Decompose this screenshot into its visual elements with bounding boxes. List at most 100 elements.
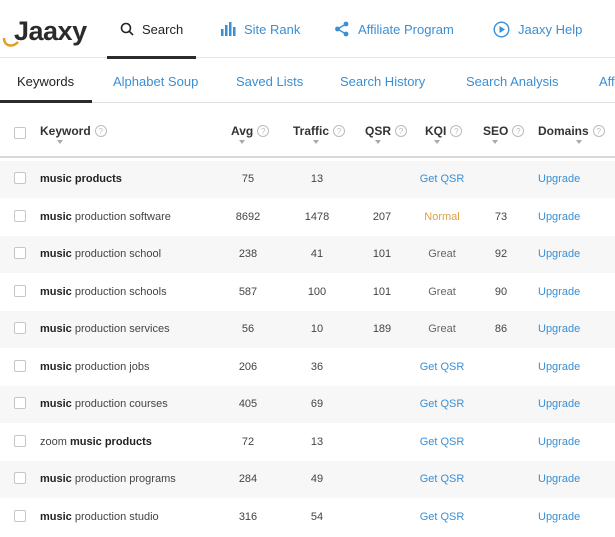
nav-site-rank[interactable]: Site Rank bbox=[220, 0, 300, 58]
table-row[interactable]: music products 75 13 Get QSR Upgrade bbox=[0, 161, 615, 198]
kqi-cell[interactable]: Get QSR bbox=[417, 436, 467, 448]
sort-arrow-icon[interactable] bbox=[57, 140, 63, 144]
upgrade-link[interactable]: Upgrade bbox=[538, 248, 580, 260]
seo-cell: 73 bbox=[494, 211, 508, 223]
upgrade-link[interactable]: Upgrade bbox=[538, 398, 580, 410]
col-avg[interactable]: Avg ? bbox=[231, 124, 270, 138]
nav-help-label: Jaaxy Help bbox=[518, 21, 583, 37]
col-kqi[interactable]: KQI ? bbox=[425, 124, 463, 138]
keyword-cell[interactable]: music products bbox=[40, 173, 122, 185]
table-row[interactable]: music production programs 284 49 Get QSR Upg… bbox=[0, 461, 615, 498]
help-icon[interactable]: ? bbox=[257, 125, 270, 137]
row-checkbox[interactable] bbox=[14, 285, 26, 297]
table-row[interactable]: music production studio 316 54 Get QSR Upgra… bbox=[0, 499, 615, 536]
keyword-cell[interactable]: music production jobs bbox=[40, 361, 149, 373]
col-seo[interactable]: SEO ? bbox=[483, 124, 525, 138]
kqi-cell[interactable]: Get QSR bbox=[417, 398, 467, 410]
row-checkbox[interactable] bbox=[14, 322, 26, 334]
row-checkbox[interactable] bbox=[14, 247, 26, 259]
col-qsr[interactable]: QSR ? bbox=[365, 124, 408, 138]
avg-cell: 56 bbox=[241, 323, 255, 335]
col-traffic[interactable]: Traffic ? bbox=[293, 124, 346, 138]
kqi-cell[interactable]: Get QSR bbox=[417, 173, 467, 185]
upgrade-link[interactable]: Upgrade bbox=[538, 173, 580, 185]
table-row[interactable]: music production school 238 41 101 Great 92 Up… bbox=[0, 236, 615, 273]
traffic-cell: 13 bbox=[310, 436, 324, 448]
traffic-cell: 49 bbox=[310, 473, 324, 485]
row-checkbox[interactable] bbox=[14, 397, 26, 409]
help-icon[interactable]: ? bbox=[333, 125, 346, 137]
tab-alphabet-soup[interactable]: Alphabet Soup bbox=[113, 59, 198, 103]
upgrade-link[interactable]: Upgrade bbox=[538, 361, 580, 373]
row-checkbox[interactable] bbox=[14, 435, 26, 447]
keyword-cell[interactable]: zoom music products bbox=[40, 436, 152, 448]
tab-search-history[interactable]: Search History bbox=[340, 59, 425, 103]
help-icon[interactable]: ? bbox=[512, 125, 525, 137]
table-header: Keyword ? Avg ? Traffic ? QSR ? KQI ? SE… bbox=[0, 104, 615, 158]
upgrade-link[interactable]: Upgrade bbox=[538, 473, 580, 485]
qsr-cell: 101 bbox=[372, 286, 392, 298]
keyword-cell[interactable]: music production school bbox=[40, 248, 161, 260]
kqi-cell[interactable]: Get QSR bbox=[417, 361, 467, 373]
table-row[interactable]: music production courses 405 69 Get QSR Upgr… bbox=[0, 386, 615, 423]
tab-saved-lists[interactable]: Saved Lists bbox=[236, 59, 303, 103]
upgrade-link[interactable]: Upgrade bbox=[538, 511, 580, 523]
keyword-suffix: production studio bbox=[71, 511, 159, 523]
nav-search[interactable]: Search bbox=[120, 0, 183, 58]
row-checkbox[interactable] bbox=[14, 510, 26, 522]
keyword-suffix: production jobs bbox=[71, 361, 150, 373]
upgrade-link[interactable]: Upgrade bbox=[538, 436, 580, 448]
nav-affiliate-program[interactable]: Affiliate Program bbox=[334, 0, 454, 58]
row-checkbox[interactable] bbox=[14, 472, 26, 484]
col-keyword[interactable]: Keyword ? bbox=[40, 124, 107, 138]
table-row[interactable]: music production schools 587 100 101 Great 90… bbox=[0, 274, 615, 311]
jaaxy-logo[interactable]: Jaaxy bbox=[2, 14, 87, 50]
keyword-cell[interactable]: music production services bbox=[40, 323, 170, 335]
traffic-cell: 13 bbox=[310, 173, 324, 185]
table-row[interactable]: music production services 56 10 189 Great 86 U… bbox=[0, 311, 615, 348]
avg-cell: 587 bbox=[238, 286, 258, 298]
keyword-cell[interactable]: music production studio bbox=[40, 511, 159, 523]
sort-arrow-icon[interactable] bbox=[434, 140, 440, 144]
avg-cell: 72 bbox=[241, 436, 255, 448]
keyword-bold: music bbox=[40, 473, 72, 485]
logo-swoosh-icon bbox=[2, 37, 19, 47]
row-checkbox[interactable] bbox=[14, 360, 26, 372]
table-row[interactable]: music production software 8692 1478 207 Norm… bbox=[0, 199, 615, 236]
keyword-cell[interactable]: music production courses bbox=[40, 398, 168, 410]
help-icon[interactable]: ? bbox=[450, 125, 463, 137]
keyword-bold: music bbox=[40, 511, 72, 523]
col-domains[interactable]: Domains ? bbox=[538, 124, 605, 138]
keyword-suffix: production school bbox=[71, 248, 162, 260]
keyword-cell[interactable]: music production software bbox=[40, 211, 171, 223]
keyword-cell[interactable]: music production programs bbox=[40, 473, 176, 485]
kqi-cell[interactable]: Get QSR bbox=[417, 473, 467, 485]
help-icon[interactable]: ? bbox=[592, 125, 605, 137]
keyword-bold: music bbox=[40, 323, 72, 335]
sort-arrow-icon[interactable] bbox=[576, 140, 582, 144]
active-tab-indicator bbox=[0, 100, 92, 103]
nav-jaaxy-help[interactable]: Jaaxy Help bbox=[493, 0, 582, 58]
col-keyword-label: Keyword bbox=[40, 124, 91, 138]
keyword-cell[interactable]: music production schools bbox=[40, 286, 167, 298]
help-icon[interactable]: ? bbox=[395, 125, 408, 137]
kqi-cell[interactable]: Get QSR bbox=[417, 511, 467, 523]
keyword-bold: music bbox=[40, 398, 72, 410]
sort-arrow-icon[interactable] bbox=[239, 140, 245, 144]
help-icon[interactable]: ? bbox=[94, 125, 107, 137]
upgrade-link[interactable]: Upgrade bbox=[538, 286, 580, 298]
tab-keywords[interactable]: Keywords bbox=[17, 59, 74, 103]
upgrade-link[interactable]: Upgrade bbox=[538, 323, 580, 335]
row-checkbox[interactable] bbox=[14, 210, 26, 222]
sort-arrow-icon[interactable] bbox=[375, 140, 381, 144]
select-all-checkbox[interactable] bbox=[14, 127, 26, 139]
table-row[interactable]: zoom music products 72 13 Get QSR Upgrade bbox=[0, 424, 615, 461]
row-checkbox[interactable] bbox=[14, 172, 26, 184]
upgrade-link[interactable]: Upgrade bbox=[538, 211, 580, 223]
tab-affiliate-partial[interactable]: Aff bbox=[599, 59, 615, 103]
sort-arrow-icon[interactable] bbox=[313, 140, 319, 144]
col-qsr-label: QSR bbox=[365, 124, 392, 138]
table-row[interactable]: music production jobs 206 36 Get QSR Upgrade bbox=[0, 349, 615, 386]
sort-arrow-icon[interactable] bbox=[492, 140, 498, 144]
tab-search-analysis[interactable]: Search Analysis bbox=[466, 59, 559, 103]
